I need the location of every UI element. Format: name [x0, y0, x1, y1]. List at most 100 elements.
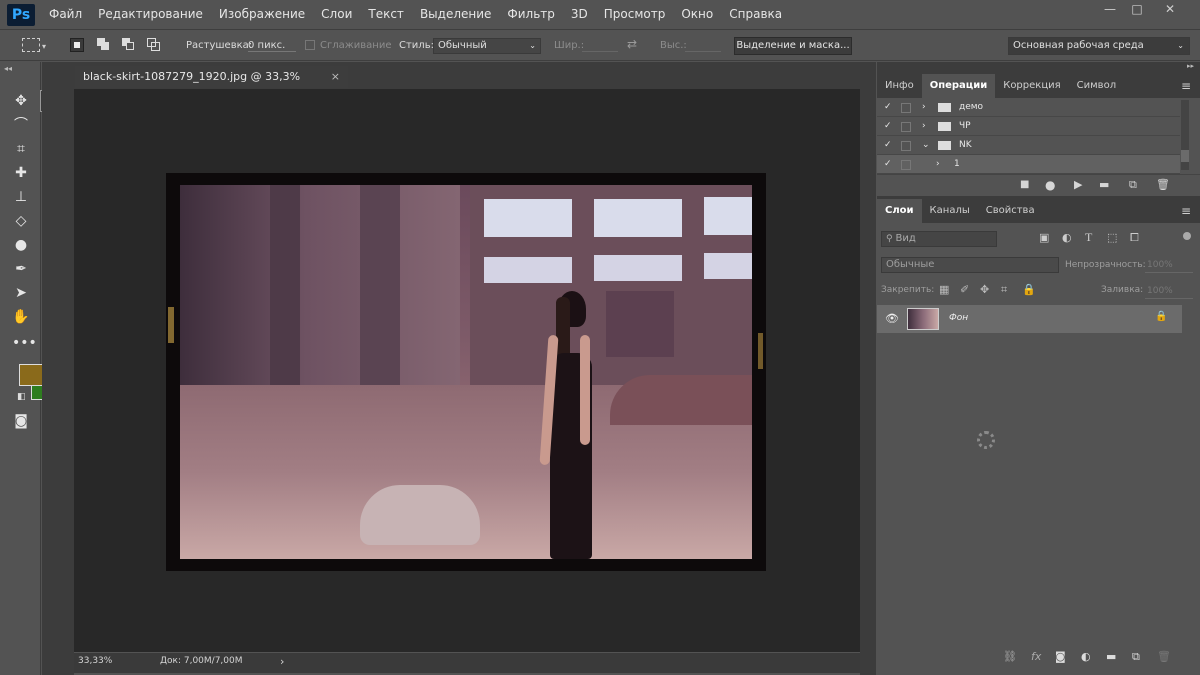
- default-colors-icon[interactable]: ◧: [17, 392, 26, 402]
- layer-filter-select[interactable]: ⚲ Вид: [881, 231, 997, 247]
- play-icon[interactable]: ▶: [1074, 178, 1082, 191]
- menu-6[interactable]: Фильтр: [499, 0, 562, 29]
- opacity-input[interactable]: 100%: [1145, 257, 1193, 273]
- menu-2[interactable]: Изображение: [211, 0, 313, 29]
- minimize-button[interactable]: —: [1098, 0, 1122, 18]
- dialog-toggle[interactable]: [901, 141, 911, 151]
- lock-position-icon[interactable]: ✥: [980, 283, 989, 296]
- check-icon[interactable]: ✓: [884, 98, 892, 117]
- menu-8[interactable]: Просмотр: [596, 0, 674, 29]
- menu-4[interactable]: Текст: [360, 0, 412, 29]
- dialog-toggle[interactable]: [901, 160, 911, 170]
- lock-paint-icon[interactable]: ✐: [960, 283, 969, 296]
- eraser-icon[interactable]: ◇: [12, 212, 30, 230]
- crop-tool-icon[interactable]: ⌗: [12, 140, 30, 158]
- tab-3[interactable]: Символ: [1069, 74, 1124, 98]
- new-set-icon[interactable]: ▬: [1099, 178, 1109, 191]
- tab-2[interactable]: Свойства: [978, 199, 1043, 223]
- chevron-icon[interactable]: ⌄: [922, 136, 930, 155]
- hand-tool-icon[interactable]: ✋: [12, 308, 30, 326]
- lock-transparent-icon[interactable]: ▦: [939, 283, 949, 296]
- workspace-select[interactable]: Основная рабочая среда ⌄: [1008, 37, 1190, 55]
- path-select-icon[interactable]: ➤: [12, 284, 30, 302]
- tab-2[interactable]: Коррекция: [995, 74, 1068, 98]
- tab-0[interactable]: Слои: [877, 199, 922, 223]
- stop-icon[interactable]: ■: [1020, 179, 1029, 190]
- document-canvas[interactable]: [166, 173, 766, 571]
- height-input[interactable]: [685, 40, 721, 52]
- quick-mask-icon[interactable]: ◙: [12, 412, 30, 430]
- style-select[interactable]: Обычный ⌄: [433, 38, 541, 54]
- action-row[interactable]: ✓ › 1: [877, 155, 1180, 174]
- menu-0[interactable]: Файл: [41, 0, 90, 29]
- collapse-icon[interactable]: ◂◂: [4, 64, 12, 73]
- dialog-toggle[interactable]: [901, 122, 911, 132]
- menu-10[interactable]: Справка: [721, 0, 790, 29]
- menu-3[interactable]: Слои: [313, 0, 360, 29]
- intersect-selection-button[interactable]: [147, 38, 161, 52]
- add-selection-button[interactable]: [97, 38, 111, 52]
- marquee-preset-icon[interactable]: [22, 38, 40, 52]
- record-icon[interactable]: ●: [1045, 178, 1055, 192]
- filter-smart-icon[interactable]: ⧠: [1130, 231, 1139, 245]
- select-and-mask-button[interactable]: Выделение и маска...: [734, 37, 852, 55]
- layers-menu-icon[interactable]: ≡: [1181, 204, 1191, 218]
- collapse-panel-icon[interactable]: ▸▸: [1187, 62, 1194, 70]
- zoom-level[interactable]: 33,33%: [78, 656, 112, 666]
- swap-icon[interactable]: ⇄: [627, 37, 637, 51]
- add-mask-icon[interactable]: ◙: [1055, 650, 1066, 663]
- fx-icon[interactable]: fx: [1031, 650, 1041, 663]
- chevron-down-icon[interactable]: ▾: [42, 42, 46, 51]
- visibility-eye-icon[interactable]: 👁: [885, 312, 899, 325]
- layer-row[interactable]: 👁 Фон 🔒: [877, 305, 1182, 333]
- menu-9[interactable]: Окно: [673, 0, 721, 29]
- delete-layer-icon[interactable]: 🗑: [1157, 650, 1171, 663]
- status-menu-icon[interactable]: ›: [280, 655, 284, 668]
- feather-input[interactable]: 0 пикс.: [248, 40, 296, 52]
- tab-1[interactable]: Каналы: [922, 199, 978, 223]
- tab-0[interactable]: Инфо: [877, 74, 922, 98]
- check-icon[interactable]: ✓: [884, 117, 892, 136]
- lasso-tool-icon[interactable]: ⌒: [12, 116, 30, 134]
- adjustment-layer-icon[interactable]: ◐: [1081, 650, 1091, 663]
- close-button[interactable]: ✕: [1158, 0, 1182, 18]
- actions-scrollbar[interactable]: [1181, 100, 1189, 170]
- clone-stamp-icon[interactable]: ⊥: [12, 188, 30, 206]
- panel-menu-icon[interactable]: ≡: [1181, 79, 1191, 93]
- action-row[interactable]: ✓ ⌄ NK: [877, 136, 1180, 155]
- trash-icon[interactable]: 🗑: [1156, 178, 1170, 191]
- move-tool-icon[interactable]: ✥: [12, 92, 30, 110]
- filter-type-icon[interactable]: T: [1085, 230, 1092, 245]
- filter-pixel-icon[interactable]: ▣: [1039, 231, 1049, 244]
- check-icon[interactable]: ✓: [884, 136, 892, 155]
- filter-adjustment-icon[interactable]: ◐: [1062, 231, 1072, 244]
- maximize-button[interactable]: □: [1125, 0, 1149, 18]
- tab-1[interactable]: Операции: [921, 74, 996, 98]
- canvas-area[interactable]: [74, 89, 860, 652]
- subtract-selection-button[interactable]: [122, 38, 136, 52]
- foreground-color-swatch[interactable]: [19, 364, 44, 386]
- width-input[interactable]: [582, 40, 618, 52]
- menu-7[interactable]: 3D: [563, 0, 596, 29]
- action-row[interactable]: ✓ › демо: [877, 98, 1180, 117]
- filter-shape-icon[interactable]: ⬚: [1107, 231, 1117, 244]
- link-layers-icon[interactable]: ⛓: [1003, 650, 1017, 663]
- new-selection-button[interactable]: [70, 38, 84, 52]
- new-group-icon[interactable]: ▬: [1106, 650, 1116, 663]
- more-tools-icon[interactable]: •••: [12, 334, 37, 352]
- new-layer-icon[interactable]: ⧉: [1132, 650, 1140, 664]
- chevron-icon[interactable]: ›: [922, 117, 926, 136]
- fill-input[interactable]: 100%: [1145, 283, 1193, 299]
- close-tab-icon[interactable]: ×: [331, 66, 340, 88]
- antialias-checkbox[interactable]: [305, 40, 315, 50]
- check-icon[interactable]: ✓: [884, 155, 892, 174]
- layer-name[interactable]: Фон: [949, 313, 968, 323]
- filter-toggle[interactable]: [1183, 232, 1191, 240]
- pen-tool-icon[interactable]: ✒: [12, 260, 30, 278]
- new-action-icon[interactable]: ⧉: [1129, 178, 1137, 192]
- lock-all-icon[interactable]: 🔒: [1022, 283, 1036, 296]
- lock-artboard-icon[interactable]: ⌗: [1001, 283, 1007, 297]
- healing-brush-icon[interactable]: ✚: [12, 164, 30, 182]
- menu-5[interactable]: Выделение: [412, 0, 499, 29]
- document-tab[interactable]: black-skirt-1087279_1920.jpg @ 33,3% (RG…: [75, 66, 348, 105]
